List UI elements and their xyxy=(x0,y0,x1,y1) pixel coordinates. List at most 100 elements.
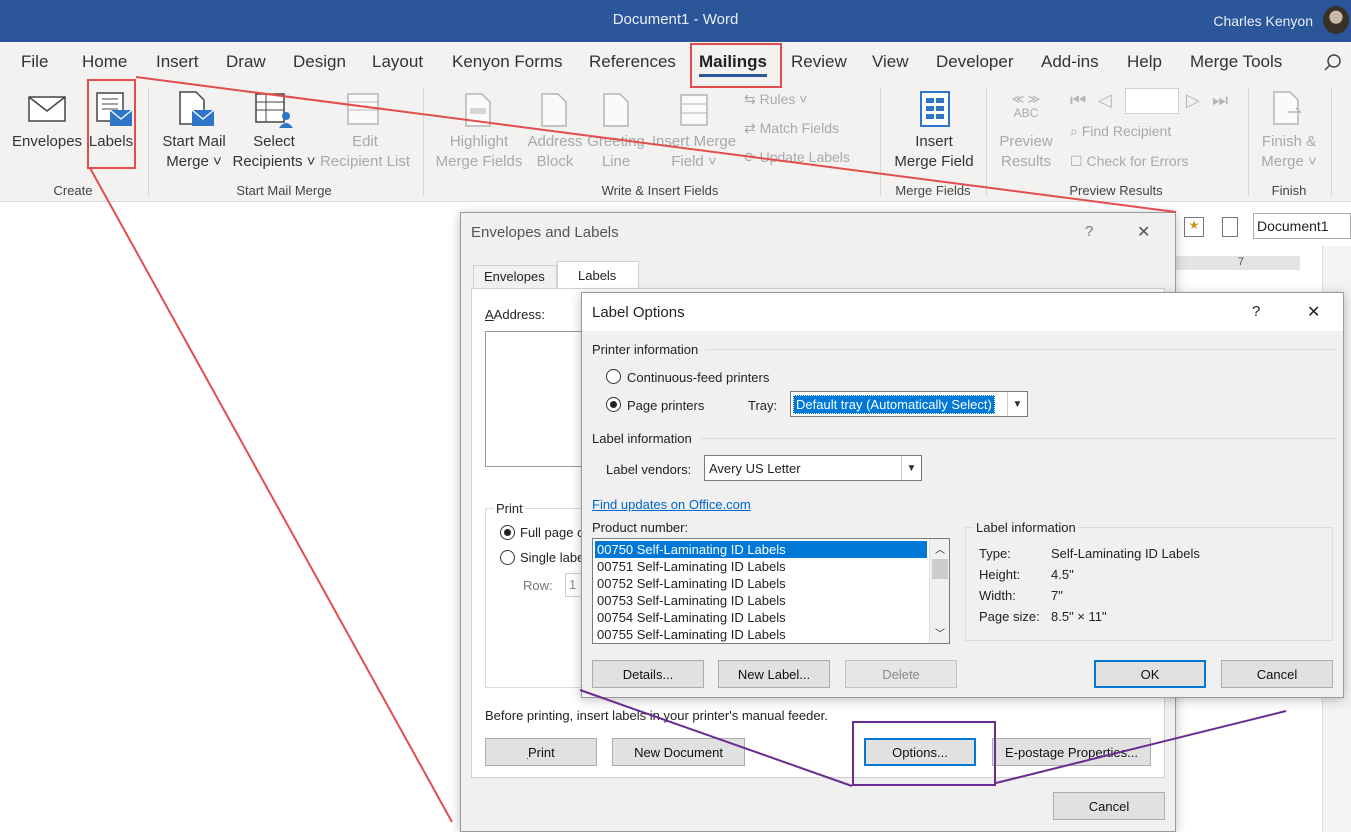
new-document-button[interactable]: New Document xyxy=(612,738,745,766)
label-vendors-label: Label vendors: xyxy=(606,462,692,477)
tab-file[interactable]: File xyxy=(21,52,48,72)
details-button[interactable]: Details... xyxy=(592,660,704,688)
printer-information-heading: Printer information xyxy=(592,342,699,357)
finish-merge-button[interactable]: Finish & Merge ˅ xyxy=(1254,132,1324,172)
group-label-preview-results: Preview Results xyxy=(1069,183,1163,198)
address-block-button[interactable]: Address Block xyxy=(526,132,584,172)
tab-home[interactable]: Home xyxy=(82,52,127,72)
group-separator xyxy=(1248,88,1249,196)
envelope-icon xyxy=(28,96,66,122)
highlight-merge-fields-button[interactable]: Highlight Merge Fields xyxy=(432,132,526,172)
avatar[interactable] xyxy=(1323,6,1349,34)
ruler-number: 7 xyxy=(1237,256,1244,268)
start-mail-merge-icon xyxy=(179,91,215,126)
list-scrollbar[interactable]: ︿ ﹀ xyxy=(929,539,949,643)
tab-help[interactable]: Help xyxy=(1127,52,1162,72)
delete-button[interactable]: Delete xyxy=(845,660,957,688)
list-item[interactable]: 00755 Self-Laminating ID Labels xyxy=(595,626,927,643)
tab-design[interactable]: Design xyxy=(293,52,346,72)
tab-developer[interactable]: Developer xyxy=(936,52,1014,72)
preview-results-button[interactable]: Preview Results xyxy=(994,132,1058,172)
cancel-button[interactable]: Cancel xyxy=(1221,660,1333,688)
record-number-input[interactable] xyxy=(1125,88,1179,114)
chevron-down-icon[interactable]: ﹀ xyxy=(935,625,945,640)
select-recipients-label-1: Select xyxy=(253,133,295,150)
ribbon: Envelopes Labels Create Start Mail Merge… xyxy=(0,82,1351,202)
tab-view[interactable]: View xyxy=(872,52,909,72)
insert-merge-field-label-1: Insert Merge xyxy=(651,133,737,150)
edit-recipient-list-button[interactable]: Edit Recipient List xyxy=(318,132,412,172)
width-label: Width: xyxy=(979,588,1016,603)
star-icon[interactable]: ★ xyxy=(1184,217,1204,237)
tab-kenyon-forms[interactable]: Kenyon Forms xyxy=(452,52,563,72)
tab-insert[interactable]: Insert xyxy=(156,52,199,72)
insert-merge-field-main-button[interactable]: Insert Merge Field xyxy=(888,132,980,172)
new-label-button[interactable]: New Label... xyxy=(718,660,830,688)
list-item[interactable]: 00750 Self-Laminating ID Labels xyxy=(595,541,927,558)
tab-labels[interactable]: Labels xyxy=(557,261,639,289)
type-value: Self-Laminating ID Labels xyxy=(1051,546,1200,561)
greeting-line-label-1: Greeting xyxy=(587,133,645,150)
chevron-up-icon[interactable]: ︿ xyxy=(935,541,945,556)
help-icon[interactable]: ? xyxy=(1252,303,1260,320)
match-fields-button[interactable]: ⇄ Match Fields xyxy=(744,120,839,137)
tab-review[interactable]: Review xyxy=(791,52,847,72)
start-mail-merge-label-1: Start Mail xyxy=(162,133,226,150)
label-vendors-select[interactable]: Avery US Letter ▼ xyxy=(704,455,922,481)
search-icon[interactable] xyxy=(1323,53,1343,73)
first-record-icon[interactable]: ⏮ xyxy=(1070,90,1086,111)
insert-merge-field-button[interactable]: Insert Merge Field ˅ xyxy=(648,132,740,172)
list-item[interactable]: 00751 Self-Laminating ID Labels xyxy=(595,558,927,575)
finish-merge-label-1: Finish & xyxy=(1261,133,1317,150)
greeting-line-icon xyxy=(603,93,629,127)
group-label-create: Create xyxy=(53,183,93,198)
user-name[interactable]: Charles Kenyon xyxy=(1213,13,1313,29)
page-icon[interactable] xyxy=(1222,217,1238,237)
select-recipients-button[interactable]: Select Recipients ˅ xyxy=(231,132,317,172)
start-mail-merge-label-2: Merge ˅ xyxy=(166,153,222,170)
list-item[interactable]: 00754 Self-Laminating ID Labels xyxy=(595,609,927,626)
start-mail-merge-button[interactable]: Start Mail Merge ˅ xyxy=(158,132,230,172)
rules-icon: ⇆ xyxy=(744,91,760,107)
tab-references[interactable]: References xyxy=(589,52,676,72)
next-record-icon[interactable]: ▷ xyxy=(1186,90,1200,111)
tab-envelopes[interactable]: Envelopes xyxy=(473,265,557,287)
chevron-down-icon[interactable]: ▼ xyxy=(1007,392,1027,416)
epostage-properties-button[interactable]: E-postage Properties... xyxy=(992,738,1151,766)
continuous-feed-radio[interactable] xyxy=(606,369,621,384)
update-labels-button[interactable]: ⟳ Update Labels xyxy=(744,149,850,166)
close-icon[interactable]: ✕ xyxy=(1307,302,1320,322)
tray-select[interactable]: Default tray (Automatically Select) ▼ xyxy=(790,391,1028,417)
print-group-label: Print xyxy=(494,501,525,516)
document-name-field[interactable]: Document1 xyxy=(1253,213,1351,239)
last-record-icon[interactable]: ⏭ xyxy=(1212,90,1228,111)
help-icon[interactable]: ? xyxy=(1085,223,1093,240)
previous-record-icon[interactable]: ◁ xyxy=(1098,90,1112,111)
tab-merge-tools[interactable]: Merge Tools xyxy=(1190,52,1282,72)
full-page-radio[interactable] xyxy=(500,525,515,540)
list-item[interactable]: 00752 Self-Laminating ID Labels xyxy=(595,575,927,592)
envelopes-button[interactable]: Envelopes xyxy=(12,132,82,152)
single-label-radio[interactable] xyxy=(500,550,515,565)
address-textbox[interactable] xyxy=(485,331,589,467)
print-button[interactable]: PPrint xyxy=(485,738,597,766)
greeting-line-button[interactable]: Greeting Line xyxy=(586,132,646,172)
tab-draw[interactable]: Draw xyxy=(226,52,266,72)
rules-button[interactable]: ⇆ Rules ˅ xyxy=(744,91,808,108)
tab-add-ins[interactable]: Add-ins xyxy=(1041,52,1099,72)
find-updates-link[interactable]: Find updates on Office.com xyxy=(592,497,751,512)
check-for-errors-button[interactable]: ☐ Check for Errors xyxy=(1070,153,1188,170)
close-icon[interactable]: ✕ xyxy=(1137,222,1150,242)
preview-results-icon: ≪ ≫ ABC xyxy=(1011,92,1041,120)
greeting-line-label-2: Line xyxy=(601,153,631,170)
product-number-list[interactable]: 00750 Self-Laminating ID Labels 00751 Sel… xyxy=(592,538,950,644)
list-item[interactable]: 00753 Self-Laminating ID Labels xyxy=(595,592,927,609)
cancel-button[interactable]: Cancel xyxy=(1053,792,1165,820)
group-separator xyxy=(986,88,987,196)
tab-layout[interactable]: Layout xyxy=(372,52,423,72)
chevron-down-icon[interactable]: ▼ xyxy=(901,456,921,480)
scrollbar-thumb[interactable] xyxy=(932,559,948,579)
page-printers-radio[interactable] xyxy=(606,397,621,412)
find-recipient-button[interactable]: ⌕ Find Recipient xyxy=(1070,123,1171,140)
ok-button[interactable]: OK xyxy=(1094,660,1206,688)
